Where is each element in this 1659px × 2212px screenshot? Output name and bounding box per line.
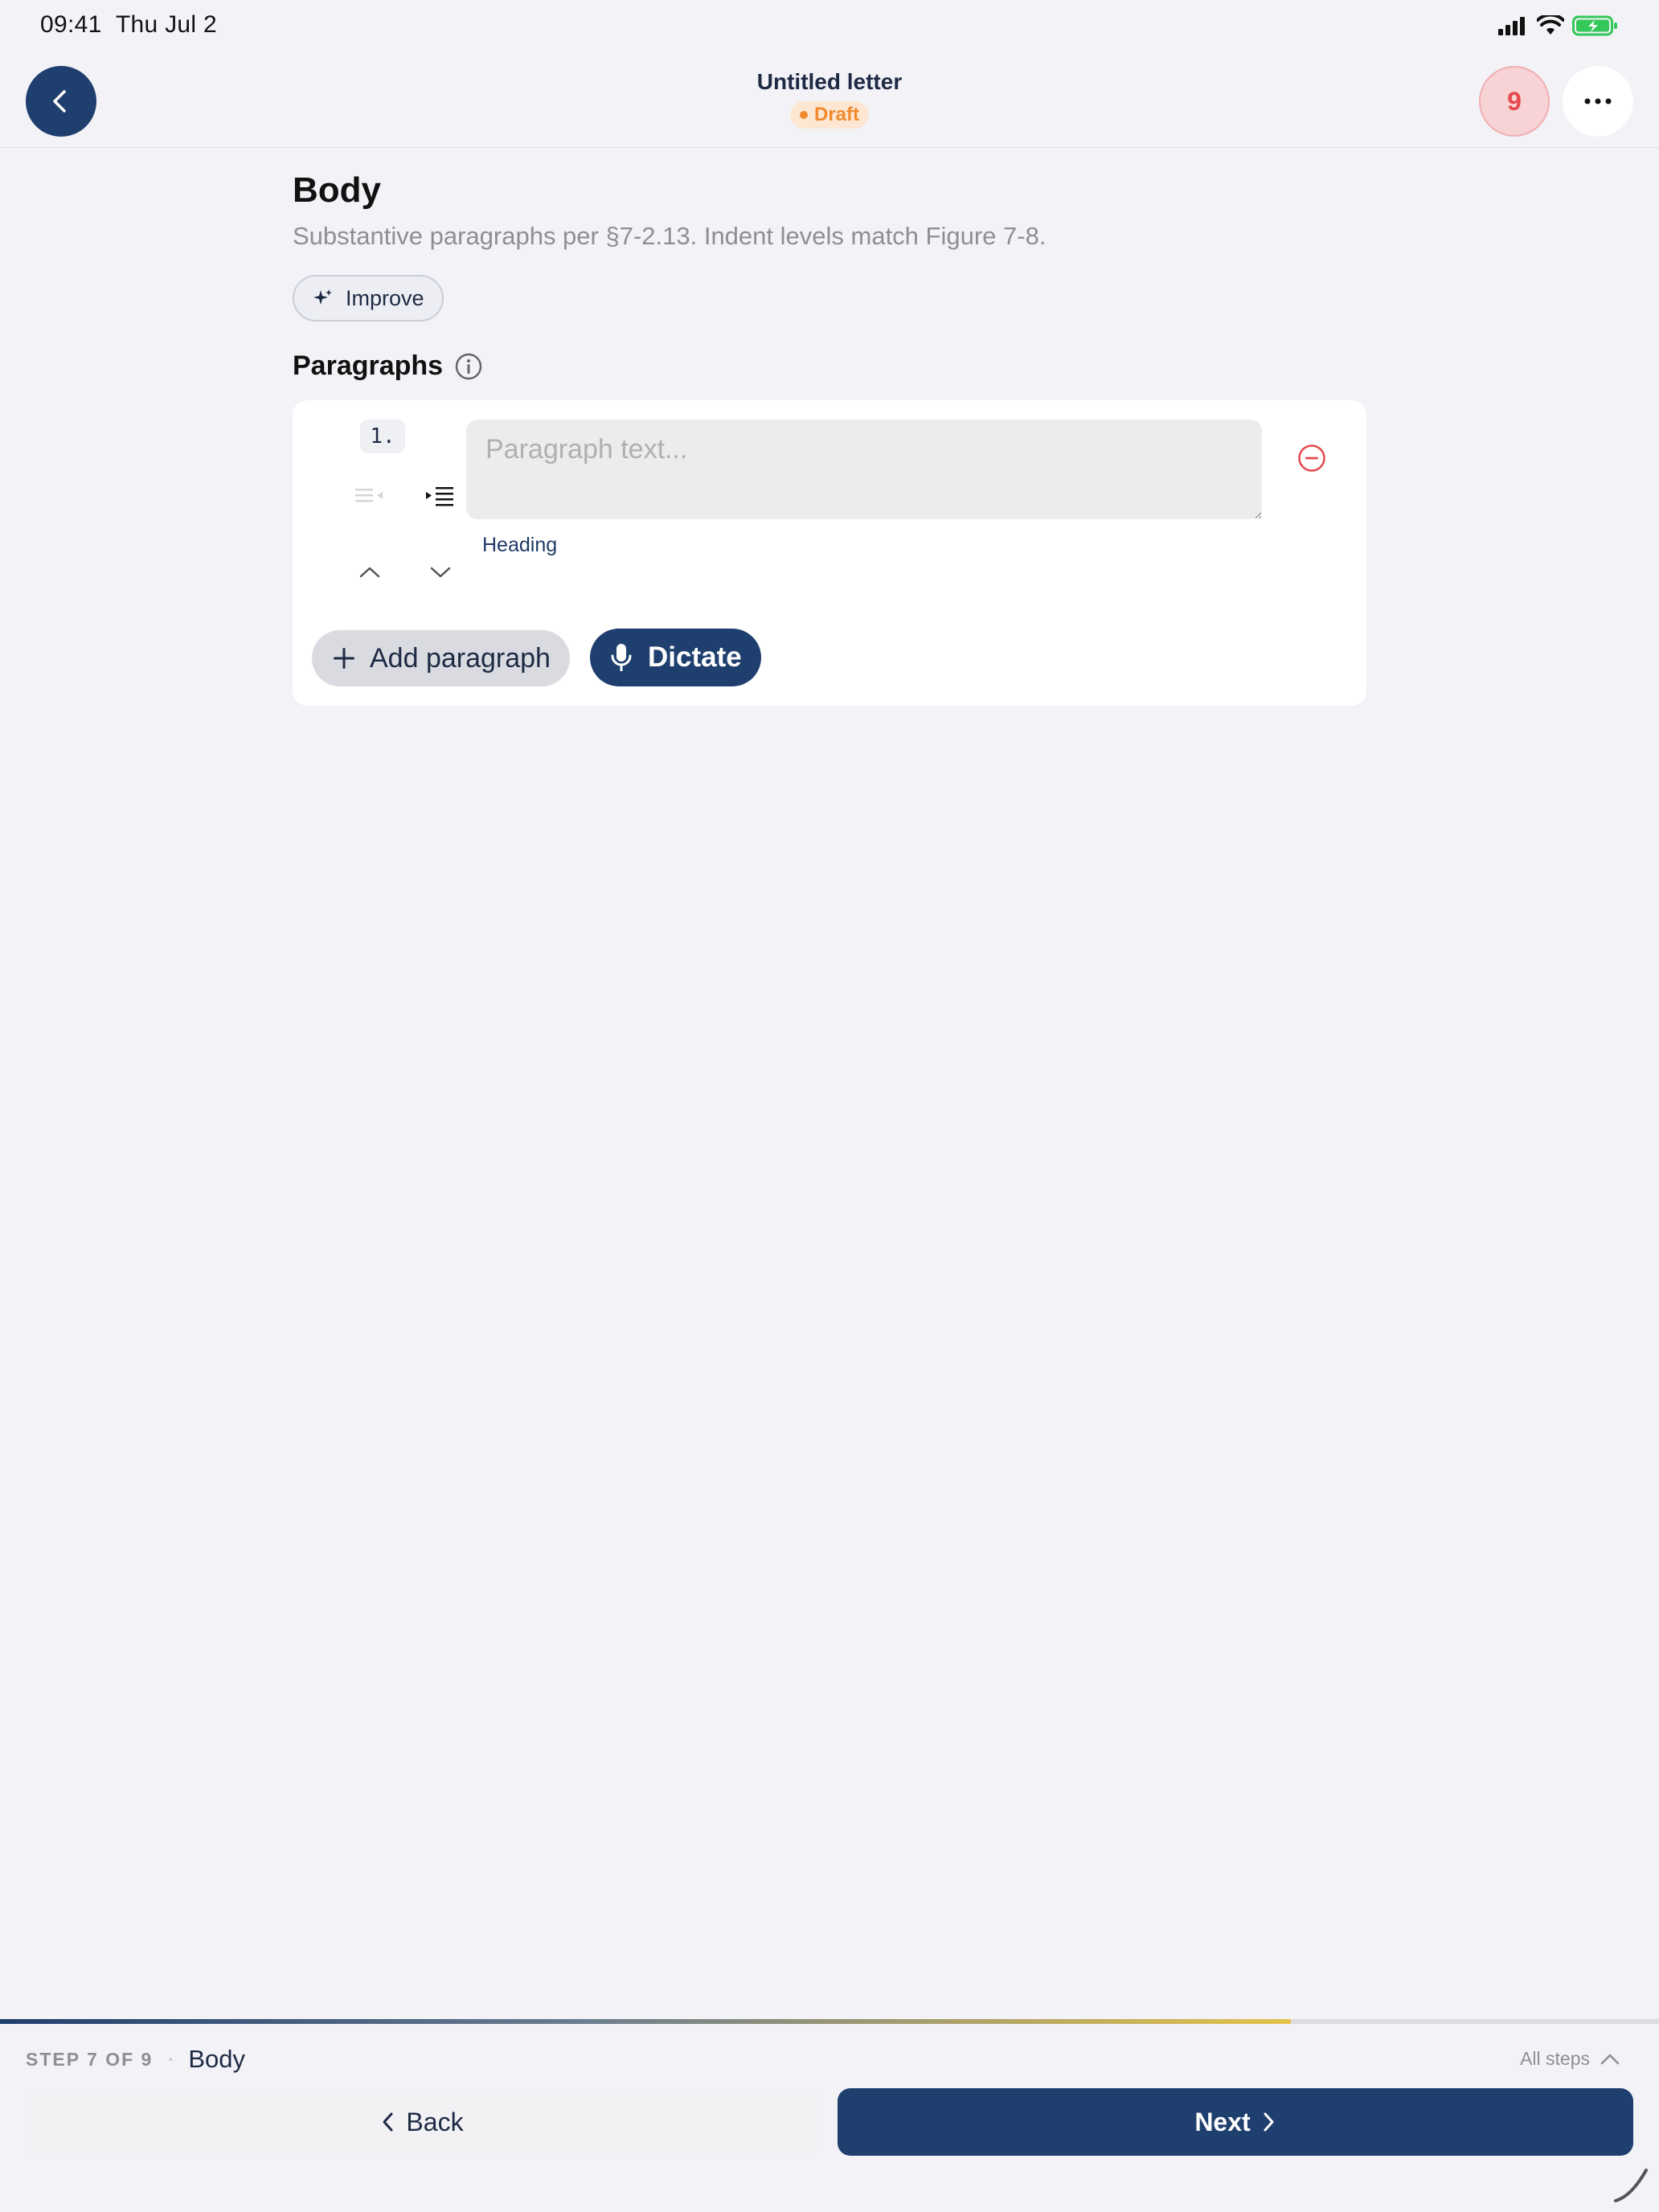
step-indicator: STEP 7 OF 9 · Body: [26, 2045, 245, 2074]
remove-paragraph-button[interactable]: [1289, 436, 1334, 481]
page-subtitle: Substantive paragraphs per §7-2.13. Inde…: [293, 222, 1047, 250]
step-counter: STEP 7 OF 9: [26, 2048, 154, 2070]
microphone-icon: [611, 644, 632, 671]
status-dot: [799, 111, 808, 119]
status-bar: 09:41 Thu Jul 2: [0, 0, 1659, 51]
all-steps-label: All steps: [1520, 2048, 1590, 2069]
dictate-label: Dictate: [648, 641, 742, 673]
chevron-down-icon: [430, 567, 451, 578]
document-title: Untitled letter: [756, 69, 903, 94]
status-clock: 09:41: [40, 11, 102, 38]
next-label: Next: [1194, 2107, 1251, 2136]
add-paragraph-label: Add paragraph: [370, 642, 551, 674]
chevron-up-icon: [1600, 2054, 1620, 2064]
wifi-icon: [1537, 15, 1564, 35]
minus-circle-icon: [1298, 444, 1325, 472]
paragraph-text-input[interactable]: [466, 420, 1262, 519]
outdent-icon: [355, 489, 383, 502]
page-title: Body: [293, 170, 381, 210]
move-down-button[interactable]: [418, 550, 463, 595]
indent-button[interactable]: [418, 474, 463, 519]
resize-handle-icon[interactable]: [1611, 2164, 1651, 2204]
battery-charging-icon: [1572, 15, 1617, 36]
info-icon[interactable]: [454, 352, 483, 381]
paragraph-card: 1. Paragraph text... Heading Add paragra…: [293, 400, 1366, 706]
chevron-right-icon: [1264, 2112, 1274, 2132]
indent-icon: [426, 487, 453, 506]
section-label: Paragraphs: [293, 350, 444, 381]
back-button[interactable]: Back: [26, 2088, 818, 2156]
dictate-button[interactable]: Dictate: [590, 629, 761, 686]
status-icons: [1497, 14, 1619, 37]
status-badge: Draft: [789, 101, 870, 129]
heading-toggle[interactable]: Heading: [482, 534, 557, 557]
more-options-button[interactable]: [1563, 66, 1633, 137]
step-separator: ·: [167, 2048, 174, 2070]
outdent-button[interactable]: [347, 474, 392, 519]
wizard-footer: STEP 7 OF 9 · Body All steps Back Next: [0, 2024, 1659, 2212]
step-name: Body: [188, 2045, 246, 2073]
plus-icon: [334, 648, 354, 669]
top-nav-bar: Untitled letter Draft 9: [0, 51, 1659, 148]
status-badge-label: Draft: [813, 104, 860, 125]
chevron-left-icon: [383, 2112, 393, 2132]
improve-button[interactable]: Improve: [293, 275, 444, 322]
sparkle-icon: [313, 289, 332, 305]
next-button[interactable]: Next: [838, 2088, 1633, 2156]
paragraphs-section-header: Paragraphs: [293, 350, 1366, 382]
main-content: Body Substantive paragraphs per §7-2.13.…: [293, 170, 1366, 382]
status-time: 09:41 Thu Jul 2: [40, 11, 217, 39]
move-up-button[interactable]: [347, 550, 392, 595]
cellular-signal-icon: [1498, 17, 1525, 35]
add-paragraph-button[interactable]: Add paragraph: [312, 630, 570, 686]
ellipsis-icon: [1584, 98, 1612, 104]
issues-count-button[interactable]: 9: [1479, 66, 1550, 137]
chevron-up-icon: [359, 567, 380, 578]
paragraph-number: 1.: [360, 420, 405, 453]
all-steps-button[interactable]: All steps: [1520, 2048, 1620, 2070]
improve-label: Improve: [346, 285, 424, 310]
issues-count: 9: [1507, 86, 1522, 116]
status-date: Thu Jul 2: [115, 11, 217, 38]
back-label: Back: [406, 2107, 464, 2136]
